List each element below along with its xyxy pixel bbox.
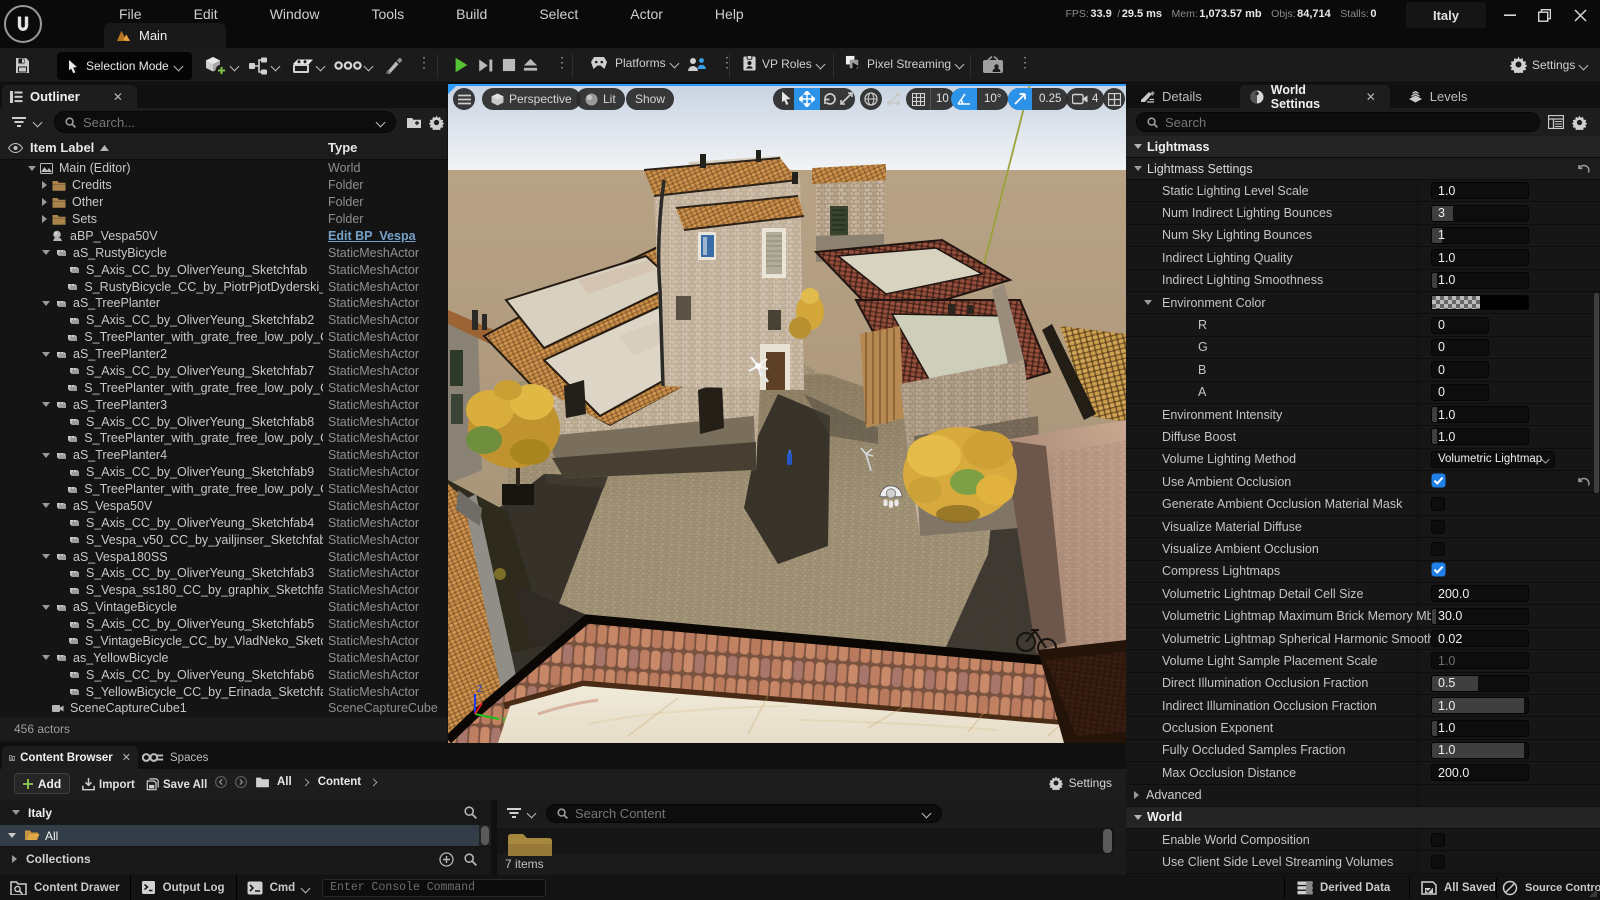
svg-text:Z: Z [477, 684, 483, 694]
svg-text:Y: Y [501, 715, 507, 725]
